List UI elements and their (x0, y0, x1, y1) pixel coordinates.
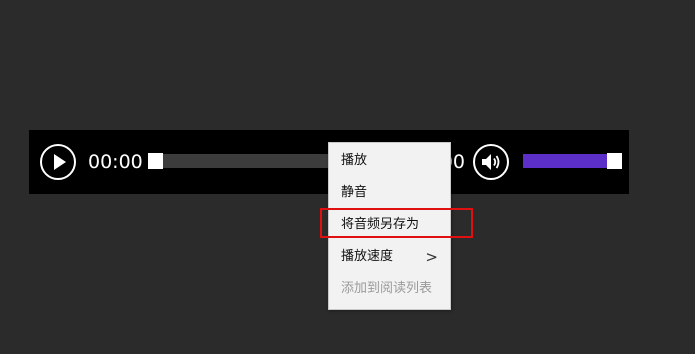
volume-button[interactable] (473, 144, 509, 180)
page-background: 00:00 00:00 播放 静音 将音频另存为 播放速度 > (0, 0, 695, 354)
speaker-volume-icon (482, 154, 500, 170)
menu-item-playback-speed[interactable]: 播放速度 > (329, 241, 450, 273)
seek-thumb[interactable] (148, 153, 163, 169)
menu-item-label: 播放速度 (341, 249, 394, 264)
menu-item-add-to-reading-list: 添加到阅读列表 (329, 273, 450, 305)
menu-item-play[interactable]: 播放 (329, 145, 450, 177)
volume-level-fill (523, 154, 607, 168)
volume-thumb[interactable] (607, 153, 622, 169)
chevron-right-icon: > (425, 248, 438, 266)
menu-item-label: 添加到阅读列表 (341, 281, 433, 296)
current-time: 00:00 (88, 151, 143, 173)
menu-item-mute[interactable]: 静音 (329, 177, 450, 209)
menu-item-label: 静音 (341, 185, 368, 200)
menu-item-label: 播放 (341, 153, 368, 168)
play-icon (54, 154, 66, 170)
highlight-annotation (320, 208, 473, 238)
volume-slider[interactable] (523, 154, 619, 168)
play-button[interactable] (40, 144, 76, 180)
